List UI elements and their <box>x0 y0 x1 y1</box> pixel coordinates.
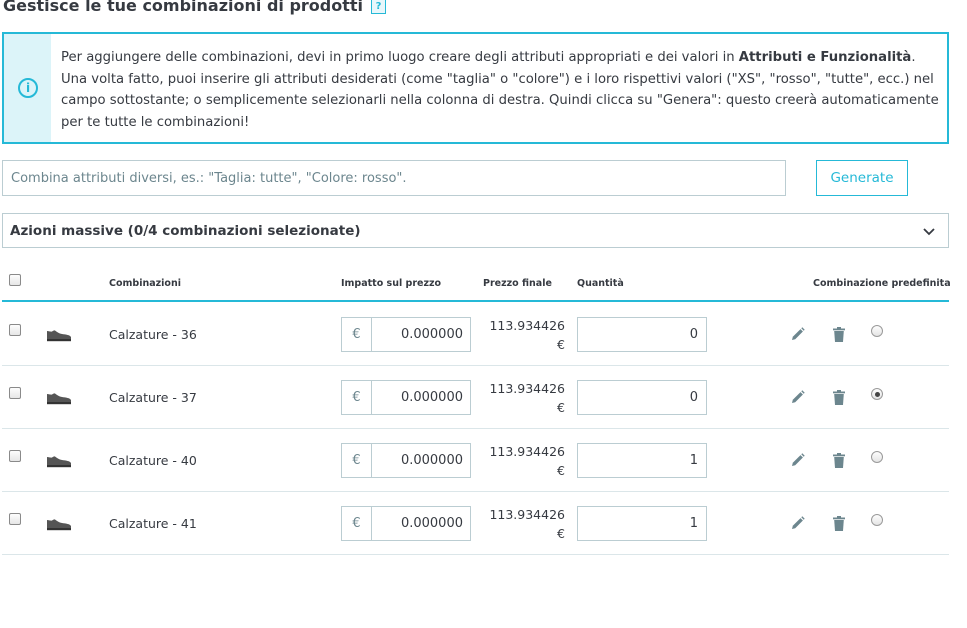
row-checkbox[interactable] <box>9 387 21 399</box>
row-checkbox[interactable] <box>9 324 21 336</box>
page-title-text: Gestisce le tue combinazioni di prodotti <box>3 0 364 15</box>
final-price: 113.934426 € <box>489 442 565 480</box>
header-quantity: Quantità <box>577 278 624 289</box>
price-impact-value: 0.000000 <box>400 327 463 342</box>
pencil-icon[interactable] <box>790 327 805 342</box>
generate-button[interactable]: Generate <box>816 160 908 196</box>
header-combinations: Combinazioni <box>109 278 181 289</box>
price-impact-value: 0.000000 <box>400 453 463 468</box>
default-combination-radio[interactable] <box>871 514 883 526</box>
table-header: Combinazioni Impatto sul prezzo Prezzo f… <box>2 264 951 302</box>
price-impact-input[interactable]: €0.000000 <box>341 443 471 478</box>
final-price-currency: € <box>557 526 565 541</box>
table-row: Calzature - 37 €0.000000 113.934426 €0 <box>2 366 949 429</box>
final-price-value: 113.934426 <box>489 507 565 522</box>
final-price-currency: € <box>557 400 565 415</box>
currency-addon: € <box>342 444 372 477</box>
quantity-input[interactable]: 0 <box>577 380 707 415</box>
price-impact-value: 0.000000 <box>400 390 463 405</box>
default-combination-radio[interactable] <box>871 451 883 463</box>
combination-name: Calzature - 40 <box>109 453 197 468</box>
trash-icon[interactable] <box>833 516 845 531</box>
pencil-icon[interactable] <box>790 453 805 468</box>
price-impact-value: 0.000000 <box>400 516 463 531</box>
info-text-before: Per aggiungere delle combinazioni, devi … <box>61 50 739 65</box>
quantity-input[interactable]: 1 <box>577 506 707 541</box>
currency-addon: € <box>342 318 372 351</box>
header-price-impact: Impatto sul prezzo <box>341 278 442 289</box>
price-impact-input[interactable]: €0.000000 <box>341 317 471 352</box>
page-title: Gestisce le tue combinazioni di prodotti… <box>3 0 387 15</box>
quantity-input[interactable]: 0 <box>577 317 707 352</box>
pencil-icon[interactable] <box>790 390 805 405</box>
quantity-input[interactable]: 1 <box>577 443 707 478</box>
pencil-icon[interactable] <box>790 516 805 531</box>
price-impact-input[interactable]: €0.000000 <box>341 506 471 541</box>
currency-addon: € <box>342 381 372 414</box>
shoe-icon <box>47 519 71 531</box>
bulk-actions-label: Azioni massive (0/4 combinazioni selezio… <box>10 223 361 239</box>
shoe-icon <box>47 393 71 405</box>
info-alert-sidebar: i <box>4 34 51 142</box>
shoe-icon <box>47 456 71 468</box>
info-alert: i Per aggiungere delle combinazioni, dev… <box>2 32 949 144</box>
bulk-actions-toggle[interactable]: Azioni massive (0/4 combinazioni selezio… <box>2 213 949 248</box>
table-row: Calzature - 40 €0.000000 113.934426 €1 <box>2 429 949 492</box>
trash-icon[interactable] <box>833 453 845 468</box>
info-alert-text: Per aggiungere delle combinazioni, devi … <box>61 47 941 133</box>
trash-icon[interactable] <box>833 390 845 405</box>
combination-name: Calzature - 37 <box>109 390 197 405</box>
final-price-value: 113.934426 <box>489 444 565 459</box>
row-checkbox[interactable] <box>9 513 21 525</box>
trash-icon[interactable] <box>833 327 845 342</box>
final-price: 113.934426 € <box>489 505 565 543</box>
table-row: Calzature - 41 €0.000000 113.934426 €1 <box>2 492 949 555</box>
price-impact-input[interactable]: €0.000000 <box>341 380 471 415</box>
default-combination-radio[interactable] <box>871 388 883 400</box>
help-icon[interactable]: ? <box>371 0 387 14</box>
chevron-down-icon <box>923 228 935 236</box>
header-final-price: Prezzo finale <box>483 278 552 289</box>
row-checkbox[interactable] <box>9 450 21 462</box>
info-icon: i <box>18 78 38 98</box>
final-price: 113.934426 € <box>489 316 565 354</box>
final-price-value: 113.934426 <box>489 318 565 333</box>
combination-name: Calzature - 41 <box>109 516 197 531</box>
table-row: Calzature - 36 €0.000000 113.934426 €0 <box>2 303 949 366</box>
header-default-combination: Combinazione predefinita <box>813 278 951 289</box>
combine-attributes-input[interactable] <box>2 160 786 196</box>
select-all-checkbox[interactable] <box>9 274 21 286</box>
attributes-features-link[interactable]: Attributi e Funzionalità <box>739 50 912 65</box>
final-price: 113.934426 € <box>489 379 565 417</box>
currency-addon: € <box>342 507 372 540</box>
final-price-currency: € <box>557 337 565 352</box>
final-price-currency: € <box>557 463 565 478</box>
shoe-icon <box>47 330 71 342</box>
default-combination-radio[interactable] <box>871 325 883 337</box>
final-price-value: 113.934426 <box>489 381 565 396</box>
combination-name: Calzature - 36 <box>109 327 197 342</box>
